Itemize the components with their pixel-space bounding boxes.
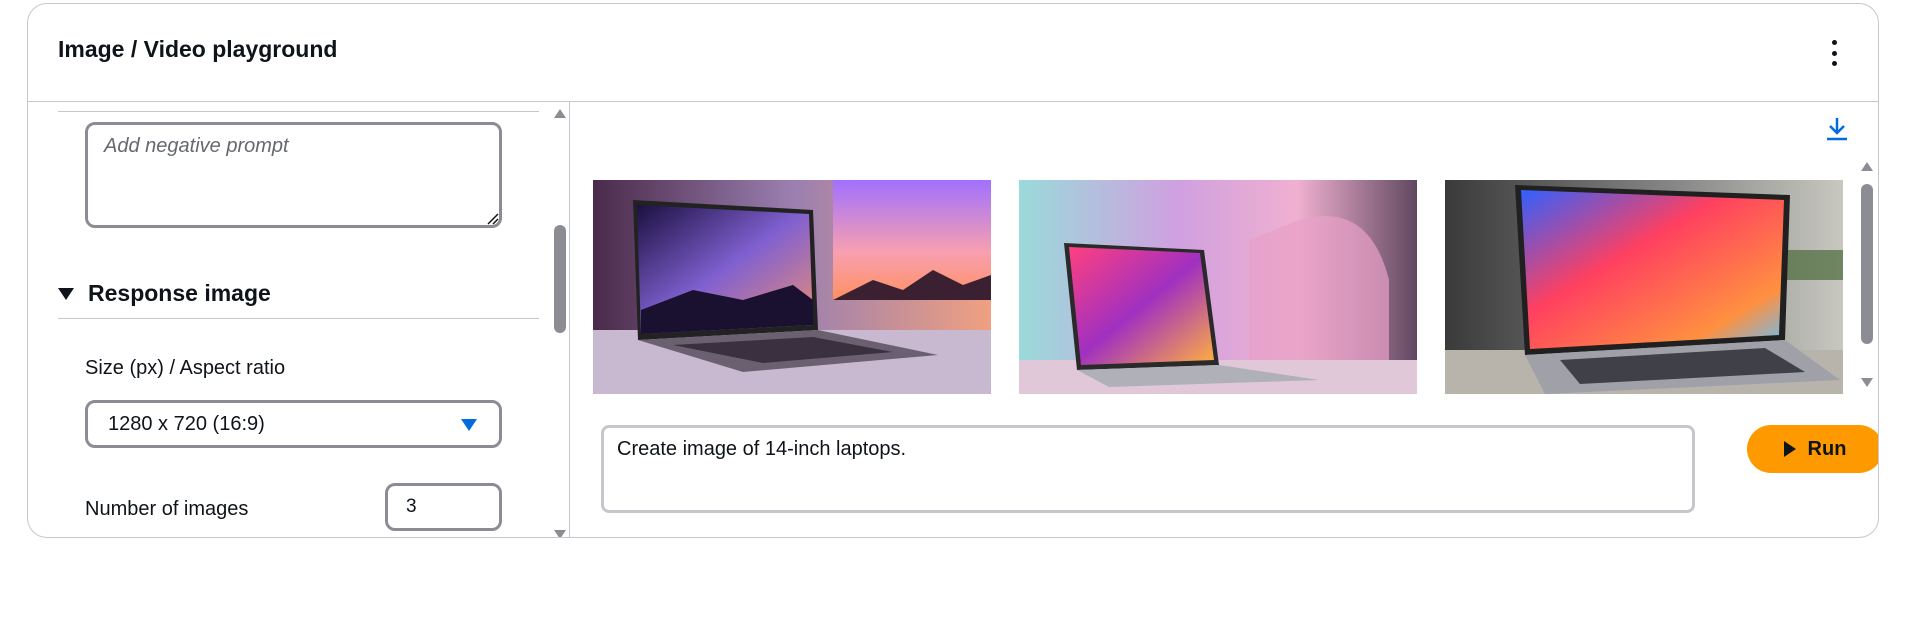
resize-handle-icon[interactable]: [487, 213, 499, 225]
number-of-images-input[interactable]: [385, 483, 502, 531]
more-vertical-icon[interactable]: [1830, 40, 1838, 66]
run-button[interactable]: Run: [1747, 425, 1878, 473]
image-gallery: [593, 180, 1843, 394]
generated-image-2[interactable]: [1019, 180, 1417, 394]
output-pane: Create image of 14-inch laptops. Run: [570, 102, 1878, 537]
scrollbar-thumb[interactable]: [554, 225, 566, 333]
gallery-scrollbar[interactable]: [1858, 162, 1876, 389]
generated-image-3[interactable]: [1445, 180, 1843, 394]
caret-down-icon: [58, 287, 74, 300]
size-select[interactable]: 1280 x 720 (16:9): [85, 400, 502, 448]
panel-header: Image / Video playground: [28, 4, 1878, 102]
response-image-section-toggle[interactable]: Response image: [58, 280, 271, 307]
scroll-up-icon[interactable]: [1861, 162, 1873, 171]
settings-pane: Response image Size (px) / Aspect ratio …: [28, 102, 570, 537]
caret-down-icon: [461, 419, 477, 431]
scroll-up-icon[interactable]: [554, 109, 566, 118]
scrollbar-thumb[interactable]: [1861, 184, 1873, 344]
section-label: Response image: [88, 280, 271, 306]
negative-prompt-input[interactable]: [85, 122, 502, 228]
divider: [58, 111, 539, 112]
prompt-input[interactable]: Create image of 14-inch laptops.: [601, 425, 1695, 513]
scroll-down-icon[interactable]: [554, 530, 566, 537]
scroll-down-icon[interactable]: [1861, 378, 1873, 387]
play-icon: [1783, 441, 1796, 457]
number-of-images-label: Number of images: [85, 498, 249, 520]
divider: [58, 318, 539, 319]
playground-panel: Image / Video playground Response image …: [27, 3, 1879, 538]
page-title: Image / Video playground: [58, 36, 338, 62]
size-label: Size (px) / Aspect ratio: [85, 357, 286, 379]
settings-scrollbar[interactable]: [551, 102, 569, 537]
size-select-value: 1280 x 720 (16:9): [108, 412, 265, 435]
generated-image-1[interactable]: [593, 180, 991, 394]
run-button-label: Run: [1807, 437, 1847, 460]
download-icon[interactable]: [1825, 116, 1849, 142]
